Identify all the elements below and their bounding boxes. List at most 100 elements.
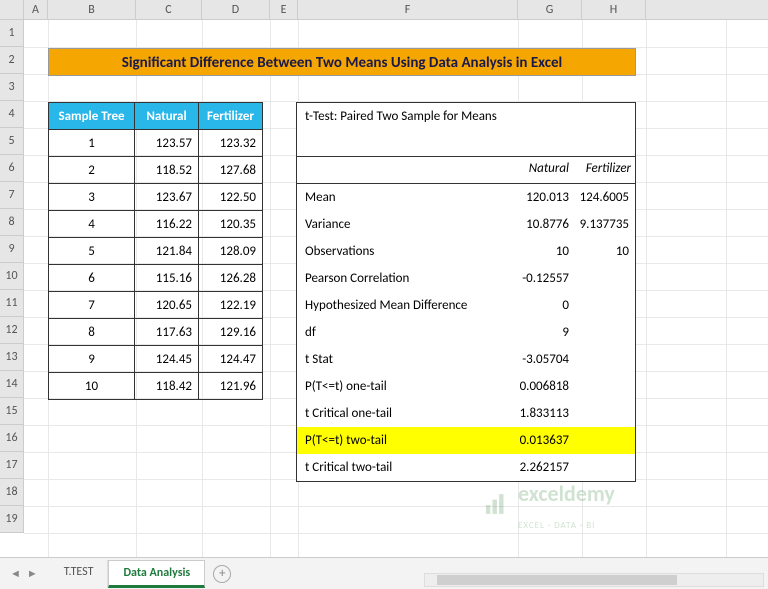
cell[interactable]: 115.16 xyxy=(135,265,199,292)
result-row[interactable]: Pearson Correlation-0.12557 xyxy=(297,265,635,292)
cell[interactable]: 116.22 xyxy=(135,211,199,238)
sheet-tab-t-test[interactable]: T.TEST xyxy=(50,560,109,588)
row-8[interactable]: 8 xyxy=(0,209,23,236)
cell[interactable]: 3 xyxy=(49,184,135,211)
col-G[interactable]: G xyxy=(518,0,582,19)
excel-sheet: A B C D E F G H 123456789101112131415161… xyxy=(0,0,768,589)
scrollbar-thumb[interactable] xyxy=(437,575,677,585)
horizontal-scrollbar[interactable] xyxy=(424,573,764,587)
result-row[interactable]: Variance10.87769.137735 xyxy=(297,211,635,238)
cell[interactable]: 120.65 xyxy=(135,292,199,319)
table-row[interactable]: 4116.22120.35 xyxy=(49,211,263,238)
row-2[interactable]: 2 xyxy=(0,47,23,74)
col-D[interactable]: D xyxy=(202,0,270,19)
table-row[interactable]: 10118.42121.96 xyxy=(49,373,263,400)
result-label: t Critical two-tail xyxy=(297,460,515,475)
result-row[interactable]: t Critical one-tail1.833113 xyxy=(297,400,635,427)
col-E[interactable]: E xyxy=(270,0,298,19)
sheet-tab-bar: ◄ ► T.TESTData Analysis + xyxy=(0,557,768,589)
result-value-1: 10 xyxy=(515,244,573,259)
chart-icon xyxy=(484,493,512,521)
cell[interactable]: 121.96 xyxy=(199,373,263,400)
result-row[interactable]: df9 xyxy=(297,319,635,346)
table-row[interactable]: 1123.57123.32 xyxy=(49,130,263,157)
result-row[interactable]: t Stat-3.05704 xyxy=(297,346,635,373)
row-11[interactable]: 11 xyxy=(0,290,23,317)
table-row[interactable]: 5121.84128.09 xyxy=(49,238,263,265)
row-18[interactable]: 18 xyxy=(0,479,23,506)
result-row[interactable]: Observations1010 xyxy=(297,238,635,265)
cell[interactable]: 124.47 xyxy=(199,346,263,373)
row-14[interactable]: 14 xyxy=(0,371,23,398)
cell[interactable]: 8 xyxy=(49,319,135,346)
cell[interactable]: 123.32 xyxy=(199,130,263,157)
result-row[interactable]: P(T<=t) two-tail0.013637 xyxy=(297,427,635,454)
col-C[interactable]: C xyxy=(136,0,202,19)
results-col-headers: Natural Fertilizer xyxy=(297,157,635,184)
cell[interactable]: 10 xyxy=(49,373,135,400)
dtable-header: Sample Tree xyxy=(49,103,135,130)
cell[interactable]: 121.84 xyxy=(135,238,199,265)
row-12[interactable]: 12 xyxy=(0,317,23,344)
table-row[interactable]: 2118.52127.68 xyxy=(49,157,263,184)
cell[interactable]: 129.16 xyxy=(199,319,263,346)
col-B[interactable]: B xyxy=(48,0,136,19)
row-15[interactable]: 15 xyxy=(0,398,23,425)
add-sheet-button[interactable]: + xyxy=(213,565,231,583)
cell[interactable]: 123.67 xyxy=(135,184,199,211)
result-row[interactable]: t Critical two-tail2.262157 xyxy=(297,454,635,481)
cell[interactable]: 5 xyxy=(49,238,135,265)
cell[interactable]: 127.68 xyxy=(199,157,263,184)
dtable-header: Fertilizer xyxy=(199,103,263,130)
row-19[interactable]: 19 xyxy=(0,506,23,533)
cell[interactable]: 124.45 xyxy=(135,346,199,373)
col-F[interactable]: F xyxy=(298,0,518,19)
table-row[interactable]: 9124.45124.47 xyxy=(49,346,263,373)
cell[interactable]: 122.50 xyxy=(199,184,263,211)
watermark-brand: exceldemy xyxy=(518,480,615,507)
page-title: Significant Difference Between Two Means… xyxy=(48,48,636,76)
column-header-row: A B C D E F G H xyxy=(0,0,768,20)
sheet-tab-data-analysis[interactable]: Data Analysis xyxy=(108,560,205,588)
tab-nav-last-icon[interactable]: ► xyxy=(27,567,38,580)
row-9[interactable]: 9 xyxy=(0,236,23,263)
row-10[interactable]: 10 xyxy=(0,263,23,290)
cell[interactable]: 118.42 xyxy=(135,373,199,400)
table-row[interactable]: 7120.65122.19 xyxy=(49,292,263,319)
result-label: Pearson Correlation xyxy=(297,271,515,286)
cell[interactable]: 7 xyxy=(49,292,135,319)
cell[interactable]: 123.57 xyxy=(135,130,199,157)
tab-nav-first-icon[interactable]: ◄ xyxy=(10,567,21,580)
row-1[interactable]: 1 xyxy=(0,20,23,47)
cell[interactable]: 2 xyxy=(49,157,135,184)
row-6[interactable]: 6 xyxy=(0,155,23,182)
result-value-1: -3.05704 xyxy=(515,352,573,367)
table-row[interactable]: 3123.67122.50 xyxy=(49,184,263,211)
table-row[interactable]: 8117.63129.16 xyxy=(49,319,263,346)
cell[interactable]: 118.52 xyxy=(135,157,199,184)
row-4[interactable]: 4 xyxy=(0,101,23,128)
row-5[interactable]: 5 xyxy=(0,128,23,155)
cell[interactable]: 122.19 xyxy=(199,292,263,319)
col-H[interactable]: H xyxy=(582,0,646,19)
result-row[interactable]: Hypothesized Mean Difference0 xyxy=(297,292,635,319)
cell-grid[interactable]: Significant Difference Between Two Means… xyxy=(24,20,768,557)
result-row[interactable]: P(T<=t) one-tail0.006818 xyxy=(297,373,635,400)
cell[interactable]: 120.35 xyxy=(199,211,263,238)
row-13[interactable]: 13 xyxy=(0,344,23,371)
table-row[interactable]: 6115.16126.28 xyxy=(49,265,263,292)
cell[interactable]: 9 xyxy=(49,346,135,373)
cell[interactable]: 117.63 xyxy=(135,319,199,346)
row-17[interactable]: 17 xyxy=(0,452,23,479)
cell[interactable]: 126.28 xyxy=(199,265,263,292)
cell[interactable]: 1 xyxy=(49,130,135,157)
watermark: exceldemy EXCEL · DATA · BI xyxy=(484,480,615,534)
row-3[interactable]: 3 xyxy=(0,74,23,101)
row-16[interactable]: 16 xyxy=(0,425,23,452)
cell[interactable]: 128.09 xyxy=(199,238,263,265)
cell[interactable]: 4 xyxy=(49,211,135,238)
cell[interactable]: 6 xyxy=(49,265,135,292)
row-7[interactable]: 7 xyxy=(0,182,23,209)
col-A[interactable]: A xyxy=(24,0,48,19)
result-row[interactable]: Mean120.013124.6005 xyxy=(297,184,635,211)
